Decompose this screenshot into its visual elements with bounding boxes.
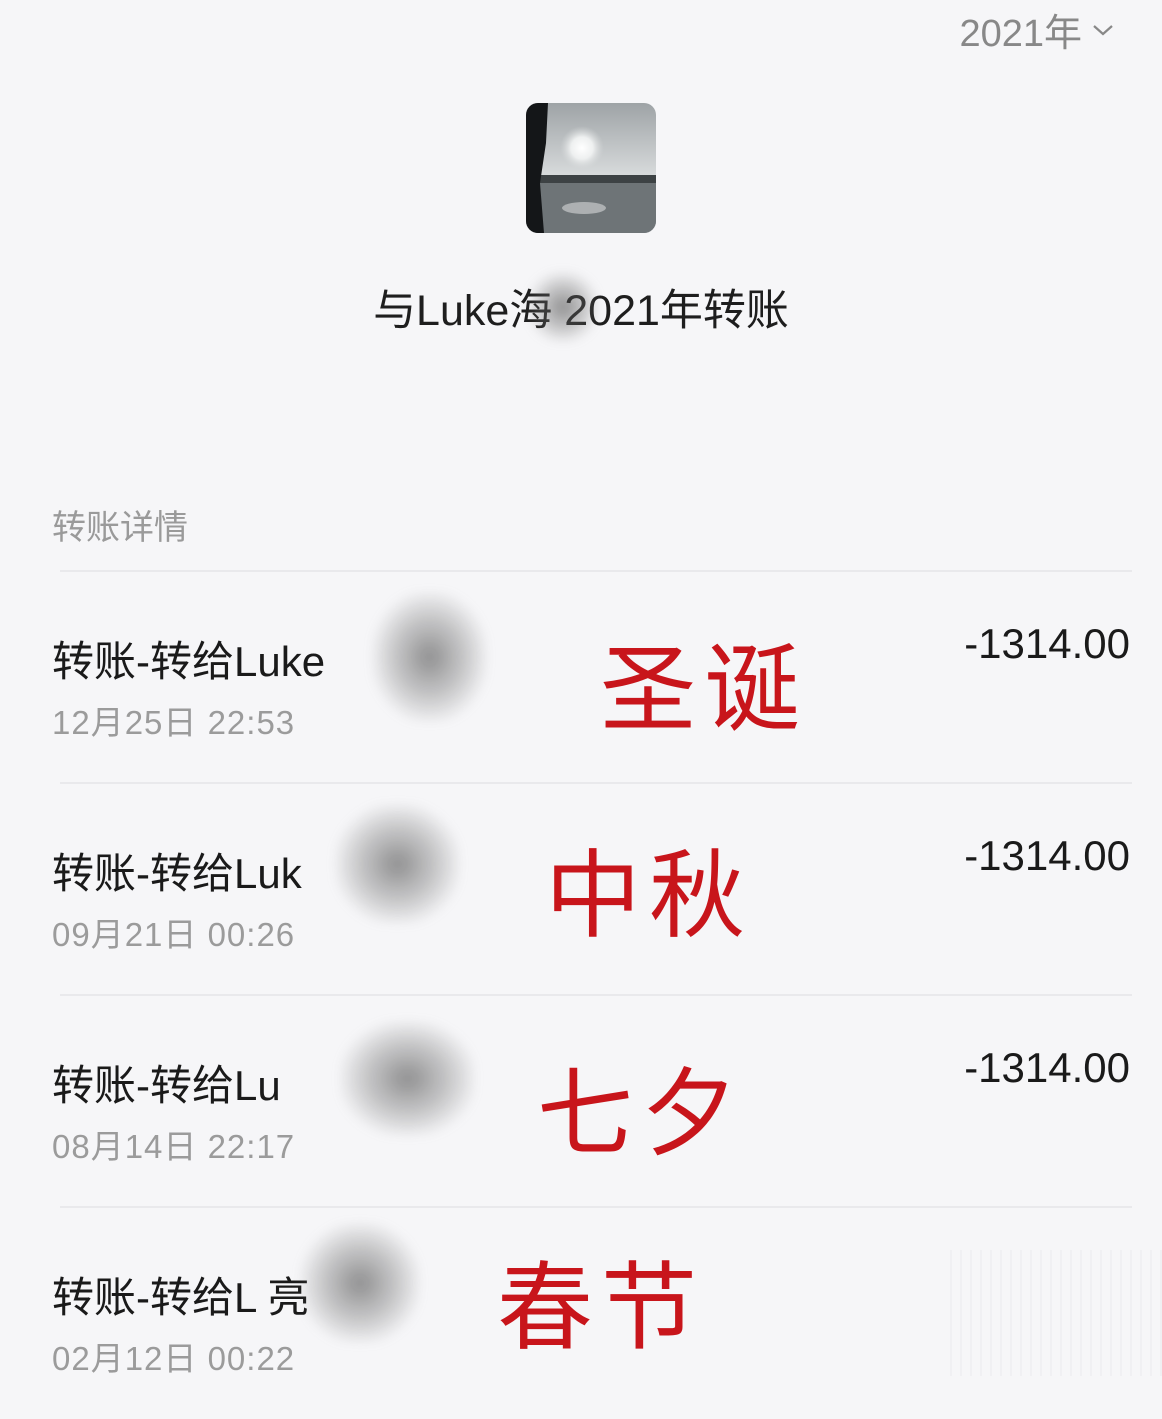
holiday-label: 圣诞 <box>600 637 808 744</box>
avatar[interactable] <box>526 103 656 233</box>
holiday-label: 春节 <box>497 1255 705 1362</box>
transaction-amount: -1314.00 <box>964 620 1130 667</box>
transaction-title: 转账-转给Lu <box>52 1062 281 1109</box>
holiday-label: 七夕 <box>537 1061 745 1168</box>
transaction-time: 12月25日 22:53 <box>52 704 296 741</box>
section-title: 转账详情 <box>52 509 188 547</box>
year-selector[interactable]: 2021年 <box>959 2 1114 57</box>
holiday-label: 中秋 <box>545 843 753 950</box>
transaction-time: 09月21日 00:26 <box>52 916 296 953</box>
transaction-title: 转账-转给Luk <box>52 850 302 897</box>
year-label: 2021年 <box>959 13 1082 55</box>
transaction-row[interactable]: 转账-转给Lu 08月14日 22:17 -1314.00 七夕 <box>0 996 1162 1207</box>
transaction-title: 转账-转给Luke <box>52 638 326 685</box>
transaction-amount: -1314.00 <box>964 1044 1130 1091</box>
transaction-row[interactable]: 转账-转给Luke 12月25日 22:53 -1314.00 圣诞 <box>0 572 1162 783</box>
transaction-time: 02月12日 00:22 <box>52 1340 296 1377</box>
transaction-row[interactable]: 转账-转给Luk 09月21日 00:26 -1314.00 中秋 <box>0 784 1162 995</box>
transaction-amount: -1314.00 <box>964 832 1130 879</box>
chevron-down-icon <box>1092 23 1114 37</box>
scroll-fade <box>942 1250 1162 1376</box>
transaction-title: 转账-转给L 亮 <box>52 1274 310 1321</box>
transaction-time: 08月14日 22:17 <box>52 1128 296 1165</box>
